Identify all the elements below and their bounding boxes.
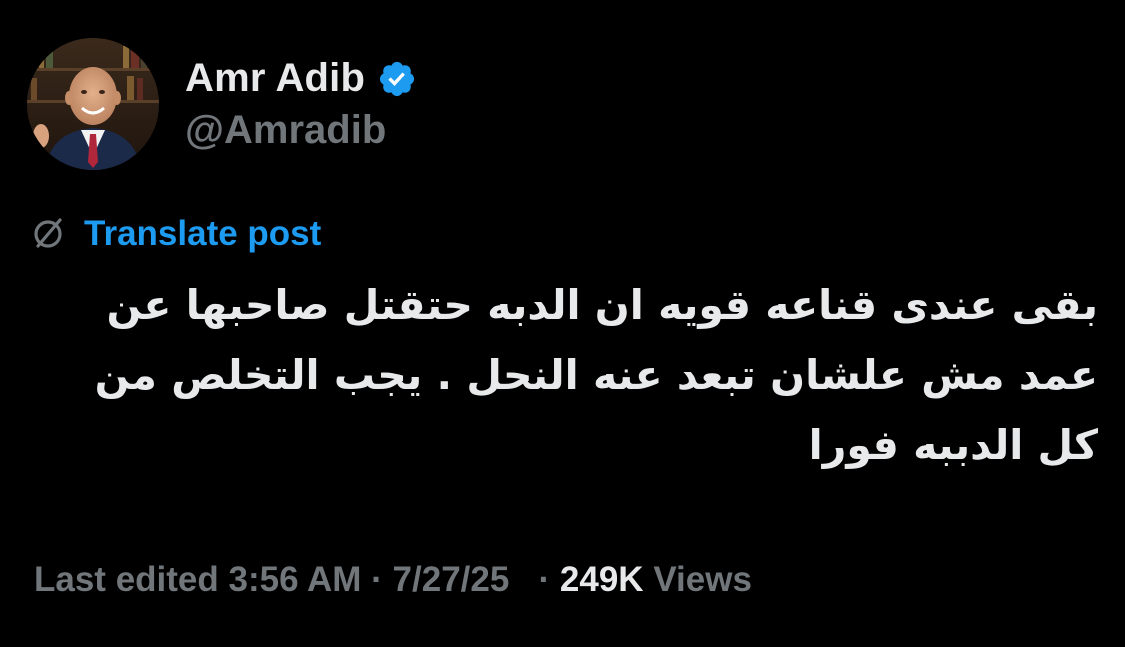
- author-name-row: Amr Adib: [185, 52, 417, 104]
- views-label[interactable]: Views: [653, 560, 752, 600]
- author-display-name[interactable]: Amr Adib: [185, 56, 365, 101]
- author-handle[interactable]: @Amradib: [185, 108, 386, 153]
- post-date[interactable]: 7/27/25: [393, 560, 510, 600]
- tweet-card: Amr Adib @Amradib Translate post بقى عند…: [0, 0, 1125, 647]
- post-time[interactable]: 3:56 AM: [229, 560, 362, 600]
- translate-row: Translate post: [30, 210, 321, 258]
- translate-post-link[interactable]: Translate post: [84, 214, 321, 254]
- meta-separator: ·: [371, 560, 383, 599]
- last-edited-label[interactable]: Last edited: [34, 560, 219, 600]
- avatar[interactable]: [27, 38, 159, 170]
- views-count[interactable]: 249K: [560, 560, 644, 600]
- post-meta: Last edited 3:56 AM · 7/27/25 · 249K Vie…: [34, 554, 752, 606]
- meta-separator-views: ·: [538, 560, 551, 599]
- avatar-photo: [27, 38, 159, 170]
- post-text: بقى عندى قناعه قويه ان الدبه حتقتل صاحبه…: [94, 281, 1098, 469]
- globe-slash-icon: [30, 216, 66, 252]
- verified-badge-icon: [377, 59, 417, 99]
